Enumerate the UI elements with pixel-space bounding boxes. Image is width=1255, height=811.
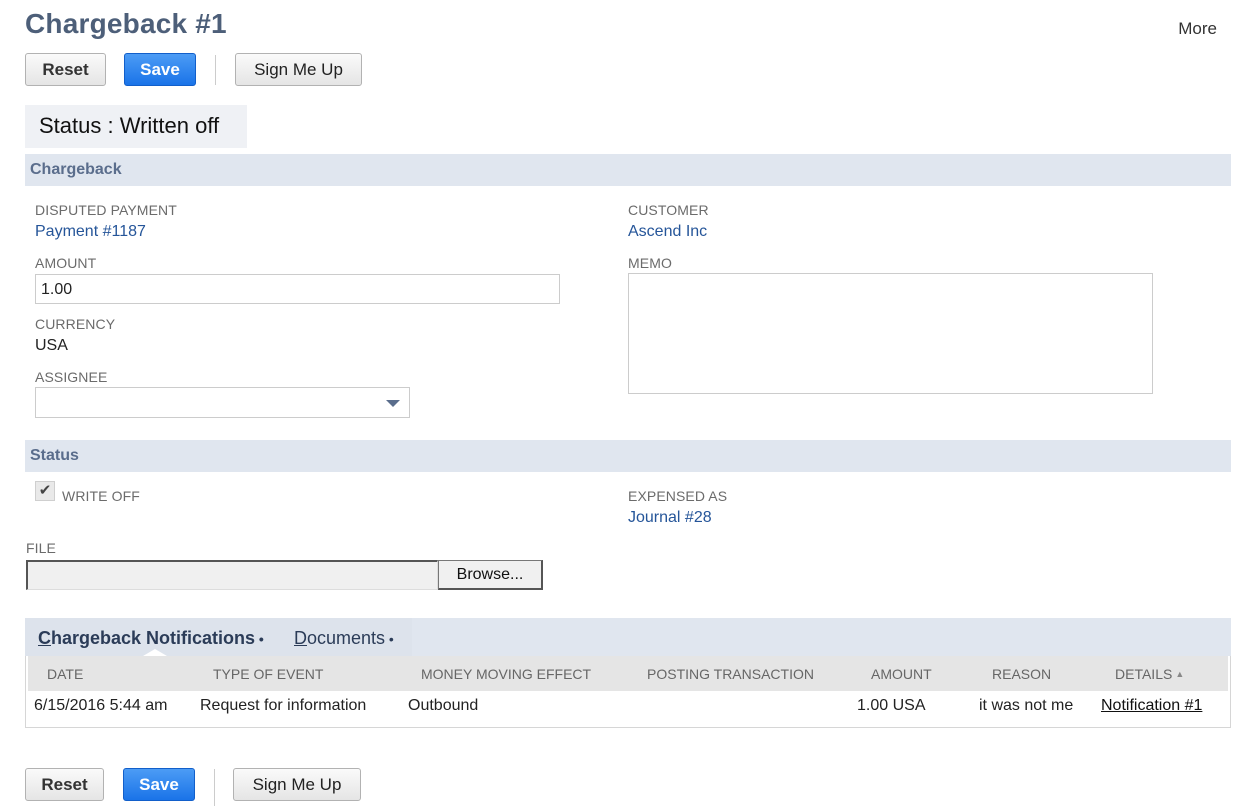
amount-label: AMOUNT [35, 255, 97, 271]
cell-reason: it was not me [979, 697, 1074, 714]
toolbar-divider-bottom [214, 769, 215, 806]
column-header-details-label: DETAILS [1115, 666, 1173, 682]
cell-amount: 1.00 USA [857, 697, 926, 714]
notifications-table: DATE TYPE OF EVENT MONEY MOVING EFFECT P… [25, 656, 1231, 728]
customer-label: CUSTOMER [628, 202, 709, 218]
section-header-chargeback: Chargeback [25, 154, 1231, 186]
column-header-reason[interactable]: REASON [992, 666, 1051, 682]
file-label: FILE [26, 540, 56, 556]
sign-me-up-button-bottom[interactable]: Sign Me Up [233, 768, 361, 801]
write-off-checkbox[interactable]: ✔ [35, 481, 55, 501]
tab-documents[interactable]: Documents • [294, 628, 394, 649]
section-header-status: Status [25, 440, 1231, 472]
memo-textarea[interactable] [628, 273, 1153, 394]
column-header-posting-transaction[interactable]: POSTING TRANSACTION [647, 666, 814, 682]
browse-button[interactable]: Browse... [438, 560, 543, 590]
expensed-as-link[interactable]: Journal #28 [628, 509, 712, 527]
sign-me-up-button[interactable]: Sign Me Up [235, 53, 362, 86]
disputed-payment-link[interactable]: Payment #1187 [35, 223, 146, 241]
table-header-row: DATE TYPE OF EVENT MONEY MOVING EFFECT P… [28, 656, 1228, 691]
status-banner: Status : Written off [25, 105, 247, 148]
more-menu-link[interactable]: More [1178, 19, 1217, 39]
disputed-payment-label: DISPUTED PAYMENT [35, 202, 177, 218]
column-header-type-of-event[interactable]: TYPE OF EVENT [213, 666, 323, 682]
tab-label: hargeback Notifications [51, 628, 256, 648]
tab-label: ocuments [307, 628, 386, 648]
active-tab-pointer-icon [143, 649, 167, 656]
chevron-down-icon[interactable] [386, 400, 400, 407]
toolbar-divider [215, 55, 216, 85]
page-title: Chargeback #1 [25, 8, 227, 39]
tab-accesskey: C [38, 628, 51, 648]
cell-details-link[interactable]: Notification #1 [1101, 697, 1202, 715]
assignee-label: ASSIGNEE [35, 369, 108, 385]
cell-date: 6/15/2016 5:44 am [34, 697, 168, 714]
tab-dot: • [385, 631, 394, 647]
reset-button-bottom[interactable]: Reset [25, 768, 104, 801]
cell-money-moving-effect: Outbound [408, 697, 479, 714]
tab-dot: • [255, 631, 264, 647]
tab-accesskey: D [294, 628, 307, 648]
save-button[interactable]: Save [124, 53, 196, 86]
expensed-as-label: EXPENSED AS [628, 488, 728, 504]
assignee-select[interactable] [35, 387, 410, 418]
sort-ascending-icon: ▲ [1175, 669, 1185, 679]
checkmark-icon: ✔ [38, 482, 52, 499]
column-header-amount[interactable]: AMOUNT [871, 666, 932, 682]
currency-label: CURRENCY [35, 316, 116, 332]
subtabs-bar: Chargeback Notifications • Documents • [25, 618, 1231, 656]
amount-input[interactable]: 1.00 [35, 274, 560, 304]
currency-value: USA [35, 337, 68, 354]
memo-label: MEMO [628, 255, 672, 271]
customer-link[interactable]: Ascend Inc [628, 223, 707, 241]
column-header-date[interactable]: DATE [47, 666, 83, 682]
cell-type-of-event: Request for information [200, 697, 367, 714]
write-off-label: WRITE OFF [62, 488, 140, 504]
tab-chargeback-notifications[interactable]: Chargeback Notifications • [38, 628, 264, 649]
column-header-money-moving-effect[interactable]: MONEY MOVING EFFECT [421, 666, 591, 682]
save-button-bottom[interactable]: Save [123, 768, 195, 801]
column-header-details[interactable]: DETAILS ▲ [1115, 666, 1184, 682]
file-path-input[interactable] [26, 560, 438, 590]
reset-button[interactable]: Reset [25, 53, 106, 86]
